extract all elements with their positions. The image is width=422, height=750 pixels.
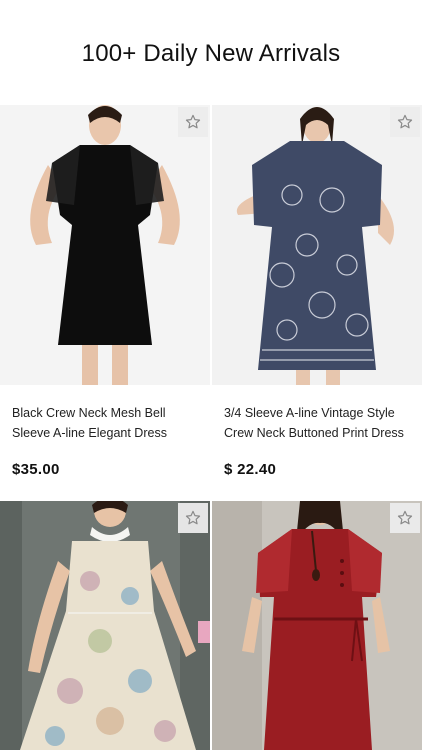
product-info: 3/4 Sleeve A-line Vintage Style Crew Nec… (212, 385, 422, 478)
favorite-button[interactable] (390, 503, 420, 533)
product-card[interactable]: 3/4 Sleeve A-line Vintage Style Crew Nec… (212, 105, 422, 478)
dress-photo-floral (0, 501, 210, 750)
product-card[interactable] (0, 501, 210, 750)
dress-photo-red (212, 501, 422, 750)
favorite-button[interactable] (178, 107, 208, 137)
dress-photo-black (0, 105, 210, 385)
star-outline-icon (397, 510, 413, 525)
product-info: Black Crew Neck Mesh Bell Sleeve A-line … (0, 385, 210, 478)
product-price: $35.00 (12, 461, 60, 478)
product-image[interactable] (212, 105, 422, 385)
star-outline-icon (185, 510, 201, 525)
product-card[interactable]: Black Crew Neck Mesh Bell Sleeve A-line … (0, 105, 210, 478)
product-card[interactable] (212, 501, 422, 750)
product-image[interactable] (0, 501, 210, 750)
star-outline-icon (185, 114, 201, 129)
product-title[interactable]: 3/4 Sleeve A-line Vintage Style Crew Nec… (224, 403, 410, 443)
product-price: $ 22.40 (224, 461, 277, 478)
favorite-button[interactable] (178, 503, 208, 533)
dress-photo-blue-print (212, 105, 422, 385)
star-outline-icon (397, 114, 413, 129)
page-title: 100+ Daily New Arrivals (81, 39, 341, 67)
header: 100+ Daily New Arrivals (0, 0, 422, 105)
product-title[interactable]: Black Crew Neck Mesh Bell Sleeve A-line … (12, 403, 198, 443)
product-image[interactable] (212, 501, 422, 750)
product-image[interactable] (0, 105, 210, 385)
favorite-button[interactable] (390, 107, 420, 137)
